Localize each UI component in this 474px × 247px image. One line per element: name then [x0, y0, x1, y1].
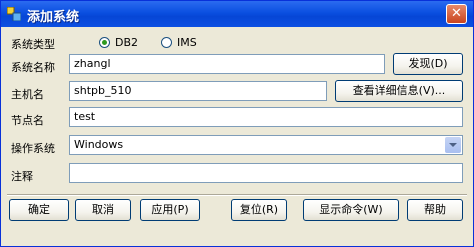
radio-selected-dot — [102, 40, 107, 45]
radio-ims-label[interactable]: IMS — [177, 36, 197, 49]
close-button[interactable]: ✕ — [446, 4, 467, 24]
discover-button[interactable]: 发现(D) — [393, 53, 463, 75]
system-type-label: 系统类型 — [11, 38, 55, 51]
os-label: 操作系统 — [11, 142, 55, 155]
separator — [7, 194, 467, 196]
system-name-input[interactable]: zhangl — [69, 54, 385, 74]
comment-input[interactable] — [69, 163, 463, 183]
node-name-label: 节点名 — [11, 114, 44, 127]
show-command-button[interactable]: 显示命令(W) — [303, 199, 399, 221]
reset-button[interactable]: 复位(R) — [231, 199, 287, 221]
os-select[interactable]: Windows — [69, 135, 463, 155]
system-name-label: 系统名称 — [11, 61, 55, 74]
apply-button[interactable]: 应用(P) — [140, 199, 200, 221]
close-icon: ✕ — [451, 6, 462, 21]
host-name-label: 主机名 — [11, 88, 44, 101]
radio-ims[interactable] — [161, 37, 172, 48]
ok-button[interactable]: 确定 — [9, 199, 69, 221]
app-icon — [7, 7, 21, 21]
os-selected-value: Windows — [74, 138, 124, 151]
view-details-button[interactable]: 查看详细信息(V)... — [335, 80, 463, 102]
radio-db2[interactable] — [99, 37, 110, 48]
chevron-down-icon[interactable] — [445, 137, 461, 153]
comment-label: 注释 — [11, 170, 33, 183]
window-title: 添加系统 — [27, 10, 80, 25]
radio-db2-label[interactable]: DB2 — [115, 36, 138, 49]
cancel-button[interactable]: 取消 — [75, 199, 131, 221]
host-name-input[interactable]: shtpb_510 — [69, 81, 327, 101]
help-button[interactable]: 帮助 — [407, 199, 463, 221]
title-bar[interactable]: 添加系统 ✕ — [1, 1, 473, 27]
node-name-input[interactable]: test — [69, 107, 463, 127]
add-system-dialog: 添加系统 ✕ 系统类型 DB2 IMS 系统名称 zhangl 发现(D) 主机… — [0, 0, 474, 247]
